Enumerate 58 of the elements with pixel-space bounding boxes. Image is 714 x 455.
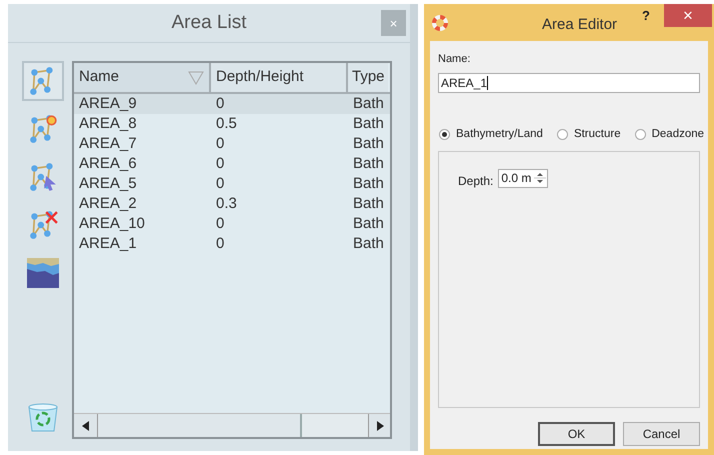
- name-field[interactable]: AREA_1: [438, 72, 700, 92]
- scroll-right-icon: [376, 420, 384, 430]
- table-cell-text: 0: [215, 174, 226, 194]
- column-header[interactable]: Type: [348, 63, 388, 92]
- lifebuoy-icon: [432, 14, 448, 30]
- polygon-delete-icon: [28, 210, 58, 240]
- table-cell-text: Bath: [352, 154, 385, 174]
- column-header[interactable]: Name: [74, 63, 211, 92]
- table-row[interactable]: AREA_8 0.5 Bath: [74, 114, 390, 134]
- table-cell-text: Bath: [352, 114, 385, 134]
- type-radio[interactable]: Deadzone: [634, 126, 704, 143]
- table-cell-text: Bath: [352, 234, 385, 254]
- scroll-left-icon: [82, 420, 90, 430]
- panel-title: Area List: [172, 10, 246, 35]
- table-cell-text: 0: [215, 94, 226, 114]
- table-row[interactable]: AREA_5 0 Bath: [74, 174, 390, 194]
- depth-spinbox[interactable]: 0.0 m: [498, 168, 548, 188]
- table-cell-text: AREA_9: [78, 94, 138, 114]
- table-cell-text: AREA_10: [78, 214, 146, 234]
- table-row[interactable]: AREA_6 0 Bath: [74, 154, 390, 174]
- table-cell-text: Bath: [352, 94, 385, 114]
- name-label: Name:: [438, 52, 472, 67]
- table-cell-text: AREA_2: [78, 194, 138, 214]
- table-cell-text: 0.3: [215, 194, 238, 214]
- table-cell-text: Bath: [352, 134, 385, 154]
- table-cell-text: 0: [215, 234, 226, 254]
- table-cell-text: AREA_8: [78, 114, 138, 134]
- table-cell-text: 0: [215, 154, 226, 174]
- table-cell-text: Bath: [352, 214, 385, 234]
- table-cell-text: Bath: [352, 174, 385, 194]
- horizontal-scrollbar[interactable]: [74, 413, 390, 437]
- table-row[interactable]: AREA_1 0 Bath: [74, 234, 390, 254]
- depth-label: Depth:: [458, 172, 494, 190]
- column-header[interactable]: Depth/Height: [211, 63, 348, 92]
- type-radio[interactable]: Structure: [556, 126, 621, 143]
- polygon-cursor-icon: [28, 162, 58, 192]
- table-cell-text: AREA_6: [78, 154, 138, 174]
- table-cell-text: AREA_1: [78, 234, 138, 254]
- polygon-add-icon: [28, 114, 58, 144]
- table-cell-text: 0.5: [215, 114, 238, 134]
- table-row[interactable]: AREA_7 0 Bath: [74, 134, 390, 154]
- dialog-title: Area Editor: [542, 15, 618, 35]
- recycle-bin-icon: [27, 401, 59, 433]
- table-row[interactable]: AREA_2 0.3 Bath: [74, 194, 390, 214]
- dialog-button[interactable]: OK: [538, 422, 615, 446]
- bathymetry-icon: [27, 258, 59, 288]
- dialog-button[interactable]: Cancel: [623, 422, 700, 446]
- type-radio[interactable]: Bathymetry/Land: [439, 126, 543, 143]
- table-cell-text: 0: [215, 214, 226, 234]
- help-button[interactable]: ?: [642, 6, 650, 26]
- table-cell-text: AREA_5: [78, 174, 138, 194]
- table-cell-text: AREA_7: [78, 134, 138, 154]
- table-cell-text: Bath: [352, 194, 385, 214]
- close-button[interactable]: ×: [664, 4, 712, 27]
- sort-indicator-icon: [188, 70, 204, 84]
- table-cell-text: 0: [215, 134, 226, 154]
- table-row[interactable]: AREA_10 0 Bath: [74, 214, 390, 234]
- table-row[interactable]: AREA_9 0 Bath: [74, 94, 390, 114]
